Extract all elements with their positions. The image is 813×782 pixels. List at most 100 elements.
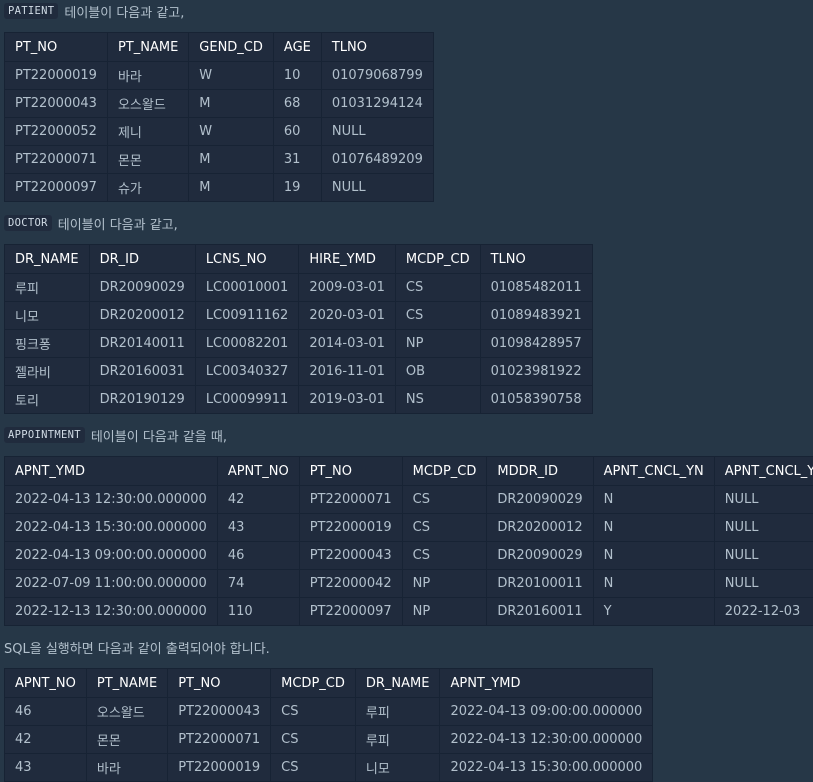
column-header: APNT_NO — [217, 457, 299, 486]
result-intro-text: SQL을 실행하면 다음과 같이 출력되어야 합니다. — [4, 636, 813, 658]
table-cell: PT22000071 — [168, 726, 271, 754]
table-cell: PT22000019 — [168, 754, 271, 782]
doctor-table: DR_NAMEDR_IDLCNS_NOHIRE_YMDMCDP_CDTLNO루피… — [4, 244, 593, 414]
table-cell: 2014-03-01 — [299, 330, 396, 358]
table-cell: Y — [593, 598, 714, 626]
table-cell: 01079068799 — [321, 62, 433, 90]
table-cell: 2016-11-01 — [299, 358, 396, 386]
doctor-intro-text: 테이블이 다음과 같고, — [58, 214, 178, 233]
table-cell: 01058390758 — [480, 386, 592, 414]
table-header-row: APNT_YMDAPNT_NOPT_NOMCDP_CDMDDR_IDAPNT_C… — [5, 457, 813, 486]
column-header: APNT_CNCL_YN — [593, 457, 714, 486]
table-row: 2022-04-13 15:30:00.00000043PT22000019CS… — [5, 514, 813, 542]
table-row: PT22000019바라W1001079068799 — [5, 62, 434, 90]
table-cell: CS — [271, 698, 356, 726]
table-cell: NULL — [714, 486, 813, 514]
column-header: APNT_YMD — [440, 669, 653, 698]
table-cell: NS — [395, 386, 480, 414]
table-cell: NULL — [321, 174, 433, 202]
table-cell: 니모 — [355, 754, 440, 782]
column-header: AGE — [273, 33, 321, 62]
table-cell: 01085482011 — [480, 274, 592, 302]
table-cell: 제니 — [107, 118, 188, 146]
table-cell: 2022-12-13 12:30:00.000000 — [5, 598, 218, 626]
column-header: PT_NAME — [107, 33, 188, 62]
table-cell: 42 — [5, 726, 87, 754]
table-cell: NP — [395, 330, 480, 358]
column-header: TLNO — [321, 33, 433, 62]
column-header: DR_NAME — [5, 245, 90, 274]
table-cell: 바라 — [107, 62, 188, 90]
table-cell: 60 — [273, 118, 321, 146]
table-cell: DR20190129 — [89, 386, 195, 414]
table-cell: PT22000043 — [299, 542, 402, 570]
column-header: DR_NAME — [355, 669, 440, 698]
table-cell: M — [189, 174, 274, 202]
table-cell: NULL — [714, 542, 813, 570]
table-cell: CS — [402, 486, 487, 514]
table-cell: 슈가 — [107, 174, 188, 202]
table-cell: CS — [271, 726, 356, 754]
table-cell: 루피 — [355, 698, 440, 726]
table-cell: DR20090029 — [487, 542, 593, 570]
appointment-table-name: APPOINTMENT — [4, 427, 85, 443]
table-row: PT22000097슈가M19NULL — [5, 174, 434, 202]
table-cell: W — [189, 62, 274, 90]
table-cell: N — [593, 514, 714, 542]
table-row: 니모DR20200012LC009111622020-03-01CS010894… — [5, 302, 593, 330]
table-cell: 루피 — [5, 274, 90, 302]
table-cell: M — [189, 90, 274, 118]
table-cell: 2022-07-09 11:00:00.000000 — [5, 570, 218, 598]
table-row: 2022-04-13 12:30:00.00000042PT22000071CS… — [5, 486, 813, 514]
table-cell: 2022-04-13 09:00:00.000000 — [440, 698, 653, 726]
column-header: PT_NAME — [86, 669, 167, 698]
column-header: APNT_YMD — [5, 457, 218, 486]
table-row: 46오스왈드PT22000043CS루피2022-04-13 09:00:00.… — [5, 698, 653, 726]
table-row: PT22000071몬몬M3101076489209 — [5, 146, 434, 174]
patient-table: PT_NOPT_NAMEGEND_CDAGETLNOPT22000019바라W1… — [4, 32, 434, 202]
table-cell: 오스왈드 — [86, 698, 167, 726]
doctor-table-name: DOCTOR — [4, 215, 52, 231]
column-header: DR_ID — [89, 245, 195, 274]
table-cell: 74 — [217, 570, 299, 598]
table-row: 43바라PT22000019CS니모2022-04-13 15:30:00.00… — [5, 754, 653, 782]
table-cell: CS — [395, 274, 480, 302]
table-cell: CS — [402, 542, 487, 570]
table-cell: 01076489209 — [321, 146, 433, 174]
column-header: APNT_CNCL_YMD — [714, 457, 813, 486]
table-cell: 68 — [273, 90, 321, 118]
table-row: 젤라비DR20160031LC003403272016-11-01OB01023… — [5, 358, 593, 386]
table-cell: 2019-03-01 — [299, 386, 396, 414]
column-header: GEND_CD — [189, 33, 274, 62]
table-cell: 110 — [217, 598, 299, 626]
table-cell: 핑크퐁 — [5, 330, 90, 358]
column-header: PT_NO — [168, 669, 271, 698]
appointment-intro: APPOINTMENT 테이블이 다음과 같을 때, — [4, 424, 813, 446]
table-cell: 2022-04-13 09:00:00.000000 — [5, 542, 218, 570]
column-header: MCDP_CD — [271, 669, 356, 698]
table-cell: 몬몬 — [86, 726, 167, 754]
table-cell: DR20200012 — [487, 514, 593, 542]
table-cell: NULL — [714, 570, 813, 598]
table-cell: 01031294124 — [321, 90, 433, 118]
table-cell: NP — [402, 570, 487, 598]
table-cell: LC00911162 — [195, 302, 299, 330]
table-cell: 01098428957 — [480, 330, 592, 358]
column-header: MCDP_CD — [395, 245, 480, 274]
problem-description: PATIENT 테이블이 다음과 같고, PT_NOPT_NAMEGEND_CD… — [0, 0, 813, 782]
table-row: 2022-07-09 11:00:00.00000074PT22000042NP… — [5, 570, 813, 598]
table-cell: 10 — [273, 62, 321, 90]
table-cell: DR20160011 — [487, 598, 593, 626]
table-cell: PT22000097 — [299, 598, 402, 626]
patient-intro-text: 테이블이 다음과 같고, — [64, 2, 184, 21]
table-cell: PT22000071 — [299, 486, 402, 514]
table-cell: DR20160031 — [89, 358, 195, 386]
table-cell: LC00010001 — [195, 274, 299, 302]
appointment-table: APNT_YMDAPNT_NOPT_NOMCDP_CDMDDR_IDAPNT_C… — [4, 456, 813, 626]
table-cell: M — [189, 146, 274, 174]
table-cell: 젤라비 — [5, 358, 90, 386]
table-header-row: PT_NOPT_NAMEGEND_CDAGETLNO — [5, 33, 434, 62]
table-cell: 43 — [217, 514, 299, 542]
table-cell: 루피 — [355, 726, 440, 754]
table-cell: 19 — [273, 174, 321, 202]
